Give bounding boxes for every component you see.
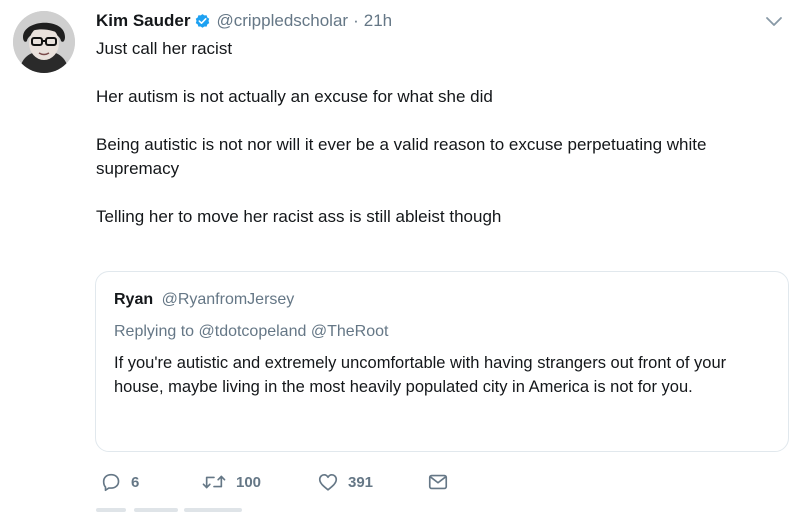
quoted-tweet-header: Ryan @RyanfromJersey <box>114 291 294 309</box>
tweet-actions: 6 100 391 <box>96 470 516 494</box>
heart-icon <box>317 471 339 493</box>
tweet-text-paragraph: Her autism is not actually an excuse for… <box>96 87 493 106</box>
retweet-count: 100 <box>236 473 262 491</box>
tweet: Kim Sauder @crippledscholar · 21h Just c… <box>0 0 800 513</box>
mention-link[interactable]: @tdotcopeland <box>199 323 307 340</box>
retweet-icon <box>201 471 227 493</box>
cropped-text-fragment <box>184 508 242 512</box>
tweet-timestamp[interactable]: 21h <box>364 11 392 31</box>
direct-message-button[interactable] <box>427 470 449 494</box>
replying-to-label: Replying to <box>114 323 195 340</box>
retweet-button[interactable]: 100 <box>201 470 261 494</box>
envelope-icon <box>427 471 449 493</box>
author-handle[interactable]: @crippledscholar <box>216 11 348 31</box>
tweet-body: Just call her racist Her autism is not a… <box>96 37 776 229</box>
cropped-next-content <box>0 506 800 513</box>
reply-count: 6 <box>131 473 140 491</box>
verified-badge-icon <box>194 13 211 30</box>
author-display-name[interactable]: Kim Sauder <box>96 11 190 31</box>
like-count: 391 <box>348 473 374 491</box>
replying-to-line: Replying to @tdotcopeland @TheRoot <box>114 323 388 341</box>
reply-icon <box>100 471 122 493</box>
quoted-author-name: Ryan <box>114 291 154 308</box>
quoted-author-handle: @RyanfromJersey <box>161 291 295 308</box>
reply-button[interactable]: 6 <box>100 470 139 494</box>
tweet-text-paragraph: Being autistic is not nor will it ever b… <box>96 135 707 178</box>
tweet-text-line: Just call her racist <box>96 39 233 58</box>
header-separator: · <box>353 11 359 30</box>
quoted-tweet-card[interactable]: Ryan @RyanfromJersey Replying to @tdotco… <box>95 271 789 452</box>
chevron-down-icon[interactable] <box>763 14 785 30</box>
tweet-header: Kim Sauder @crippledscholar · 21h <box>96 10 392 32</box>
cropped-text-fragment <box>134 508 178 512</box>
quoted-tweet-text: If you're autistic and extremely uncomfo… <box>114 354 727 396</box>
tweet-text-paragraph: Telling her to move her racist ass is st… <box>96 207 502 226</box>
like-button[interactable]: 391 <box>317 470 373 494</box>
avatar-photo <box>13 11 75 73</box>
avatar[interactable] <box>13 11 75 73</box>
mention-link[interactable]: @TheRoot <box>311 323 389 340</box>
cropped-text-fragment <box>96 508 126 512</box>
